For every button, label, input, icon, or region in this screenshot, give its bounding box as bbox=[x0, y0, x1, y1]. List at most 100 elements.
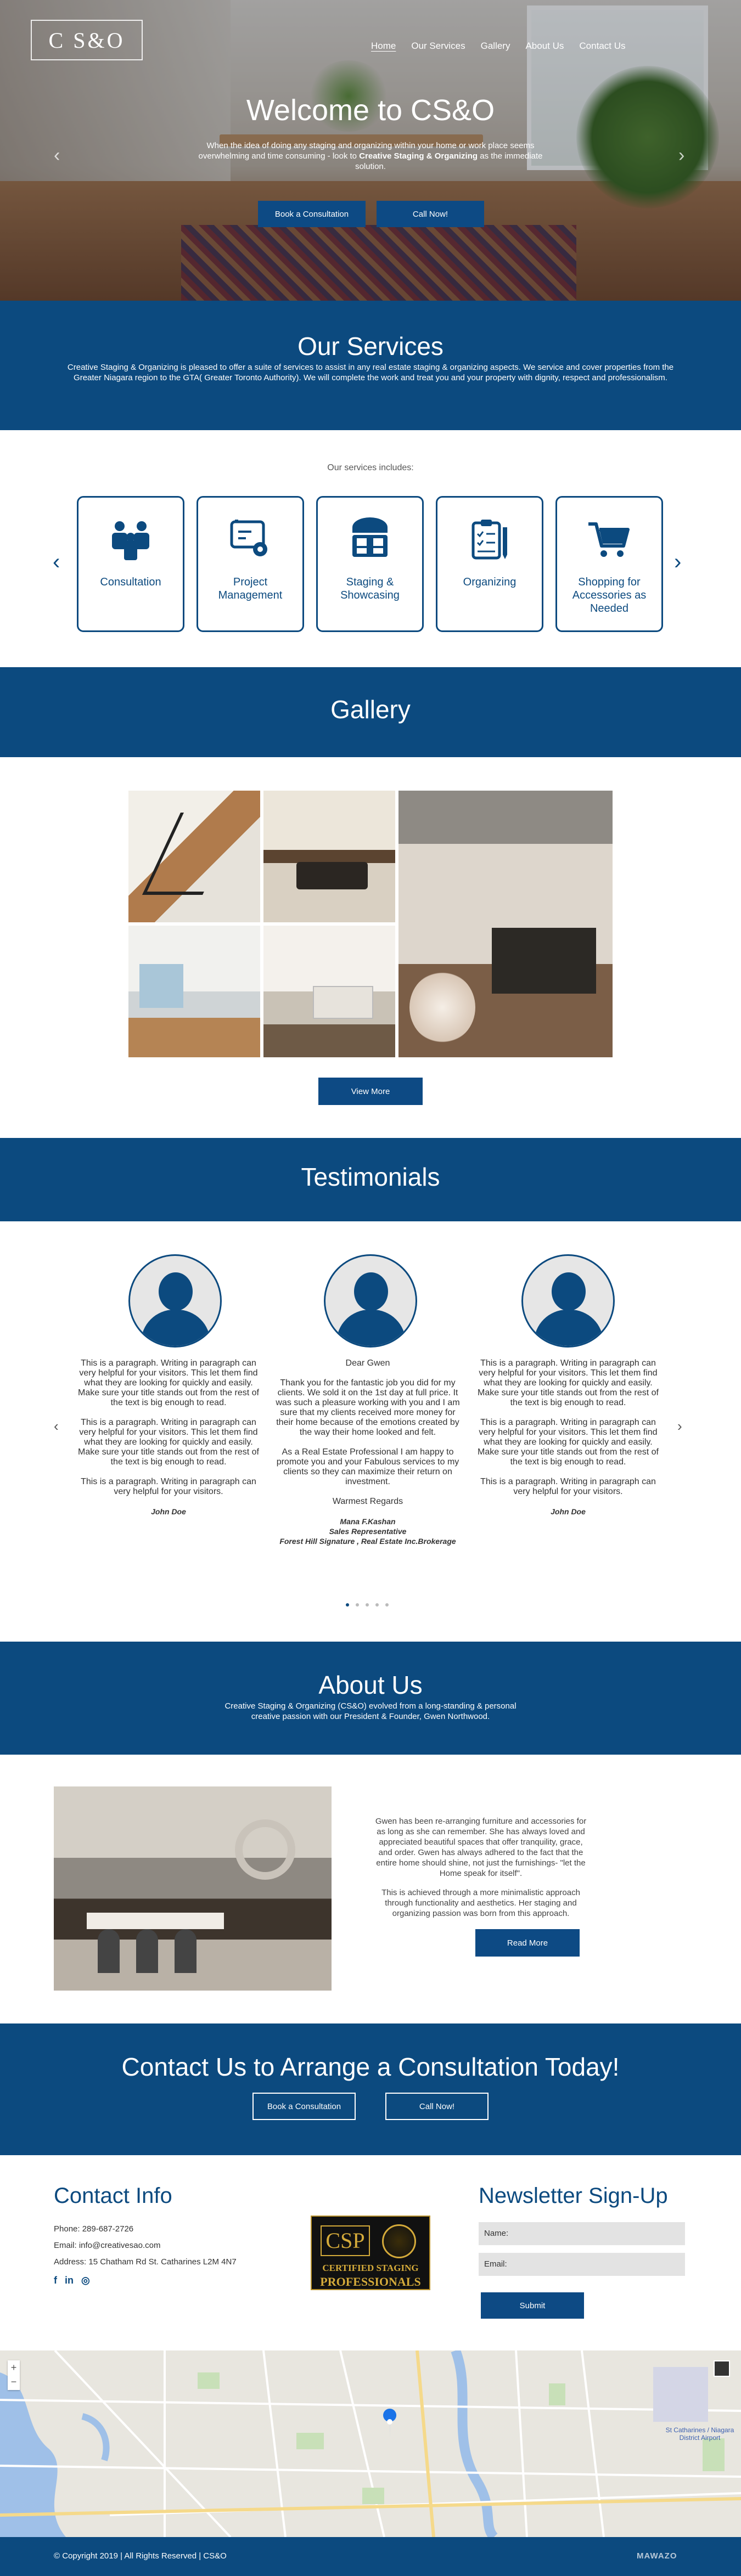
facebook-icon[interactable]: f bbox=[54, 2275, 57, 2286]
service-card-project-management[interactable]: Project Management bbox=[197, 496, 304, 632]
about-image-detail bbox=[175, 1929, 197, 1973]
contact-phone[interactable]: Phone: 289-687-2726 bbox=[54, 2224, 133, 2234]
linkedin-icon[interactable]: in bbox=[65, 2275, 74, 2286]
about-band: About Us Creative Staging & Organizing (… bbox=[0, 1642, 741, 1755]
gallery-image-detail bbox=[409, 972, 475, 1043]
social-links: f in ◎ bbox=[54, 2275, 90, 2286]
testimonial-paragraph: This is a paragraph. Writing in paragrap… bbox=[81, 1477, 256, 1496]
pagination-dot[interactable] bbox=[356, 1603, 359, 1607]
about-read-more-button[interactable]: Read More bbox=[475, 1929, 580, 1957]
consultation-icon bbox=[112, 521, 149, 560]
hero-section: C S&O Home Our Services Gallery About Us… bbox=[0, 0, 741, 301]
testimonial-paragraph: This is a paragraph. Writing in paragrap… bbox=[78, 1359, 259, 1407]
services-heading: Our Services bbox=[297, 332, 444, 360]
nav-item-home[interactable]: Home bbox=[371, 41, 396, 52]
service-card-label: Organizing bbox=[463, 576, 517, 588]
testimonial-paragraph: Dear Gwen bbox=[345, 1359, 390, 1368]
about-image-detail bbox=[87, 1913, 224, 1929]
services-intro-band: Our Services Creative Staging & Organizi… bbox=[0, 301, 741, 430]
service-card-organizing[interactable]: Organizing bbox=[436, 496, 543, 632]
project-management-icon bbox=[230, 520, 267, 556]
map-zoom-out-button[interactable]: − bbox=[8, 2375, 20, 2389]
testimonial-paragraph: Thank you for the fantastic job you did … bbox=[276, 1378, 460, 1437]
service-card-consultation[interactable]: Consultation bbox=[77, 496, 184, 632]
gallery-image-staircase[interactable] bbox=[128, 791, 260, 922]
contact-heading: Contact Info bbox=[54, 2184, 172, 2208]
nav-item-about[interactable]: About Us bbox=[525, 41, 564, 52]
nav-item-gallery[interactable]: Gallery bbox=[481, 41, 510, 52]
badge-line2: PROFESSIONALS bbox=[320, 2275, 421, 2288]
services-description: Creative Staging & Organizing is pleased… bbox=[67, 363, 674, 382]
contact-email[interactable]: Email: info@creativesao.com bbox=[54, 2241, 160, 2250]
site-logo[interactable]: C S&O bbox=[31, 20, 143, 60]
avatar-head-icon bbox=[552, 1272, 586, 1311]
avatar-head-icon bbox=[159, 1272, 193, 1311]
gallery-image-detail bbox=[139, 964, 183, 1008]
map-zoom-in-button[interactable]: + bbox=[8, 2360, 20, 2375]
footer-credit[interactable]: MAWAZO bbox=[637, 2551, 677, 2561]
gallery-image-detail bbox=[313, 986, 373, 1019]
service-card-label: Project Management bbox=[218, 576, 283, 601]
footer-copyright: © Copyright 2019 | All Rights Reserved |… bbox=[54, 2551, 227, 2561]
gallery-image-living-room[interactable] bbox=[263, 791, 395, 922]
gallery-image-detail bbox=[296, 862, 368, 889]
services-next-arrow-icon[interactable]: › bbox=[674, 550, 681, 574]
avatar bbox=[128, 1254, 222, 1348]
testimonials-heading: Testimonials bbox=[301, 1163, 440, 1191]
location-map[interactable]: + − St Catharines / Niagara District Air… bbox=[0, 2350, 741, 2537]
hero-prev-arrow-icon[interactable]: ‹ bbox=[54, 145, 60, 166]
map-canvas bbox=[0, 2350, 741, 2537]
avatar-body-icon bbox=[534, 1310, 603, 1346]
pagination-dot[interactable] bbox=[375, 1603, 379, 1607]
cta-band: Contact Us to Arrange a Consultation Tod… bbox=[0, 2023, 741, 2155]
nav-item-services[interactable]: Our Services bbox=[411, 41, 465, 52]
service-card-label: Shopping for Accessories as Needed bbox=[572, 576, 647, 615]
hero-book-consultation-button[interactable]: Book a Consultation bbox=[258, 201, 366, 227]
cta-heading: Contact Us to Arrange a Consultation Tod… bbox=[121, 2053, 620, 2081]
gallery-view-more-button[interactable]: View More bbox=[318, 1078, 423, 1105]
gallery-image-lounge[interactable] bbox=[398, 791, 613, 1057]
about-heading: About Us bbox=[318, 1671, 423, 1699]
pagination-dot[interactable] bbox=[385, 1603, 389, 1607]
testimonials-next-arrow-icon[interactable]: › bbox=[677, 1418, 682, 1435]
testimonial-paragraph: This is a paragraph. Writing in paragrap… bbox=[478, 1418, 659, 1467]
service-card-shopping[interactable]: Shopping for Accessories as Needed bbox=[555, 496, 663, 632]
badge-seal-icon bbox=[382, 2224, 416, 2258]
gallery-image-sitting-room[interactable] bbox=[263, 926, 395, 1057]
services-prev-arrow-icon[interactable]: ‹ bbox=[53, 550, 60, 574]
cta-call-now-button[interactable]: Call Now! bbox=[385, 2093, 489, 2120]
pagination-dot[interactable] bbox=[346, 1603, 349, 1607]
about-body: Gwen has been re-arranging furniture and… bbox=[373, 1816, 588, 1927]
service-card-staging[interactable]: Staging & Showcasing bbox=[316, 496, 424, 632]
avatar bbox=[324, 1254, 417, 1348]
gallery-image-kitchen[interactable] bbox=[128, 926, 260, 1057]
service-card-label: Staging & Showcasing bbox=[340, 576, 400, 601]
main-nav: Home Our Services Gallery About Us Conta… bbox=[371, 41, 626, 52]
hero-subtitle: When the idea of doing any staging and o… bbox=[198, 140, 543, 172]
pagination-dot[interactable] bbox=[366, 1603, 369, 1607]
hero-call-now-button[interactable]: Call Now! bbox=[377, 201, 484, 227]
nav-item-contact[interactable]: Contact Us bbox=[579, 41, 625, 52]
testimonials-band: Testimonials bbox=[0, 1138, 741, 1221]
clipboard-icon bbox=[471, 520, 507, 560]
cta-book-consultation-button[interactable]: Book a Consultation bbox=[252, 2093, 356, 2120]
map-fullscreen-icon[interactable] bbox=[714, 2360, 730, 2377]
hero-next-arrow-icon[interactable]: › bbox=[678, 145, 684, 166]
testimonial-paragraph: This is a paragraph. Writing in paragrap… bbox=[78, 1418, 259, 1467]
testimonial-paragraph: Warmest Regards bbox=[332, 1497, 403, 1506]
badge-line1: CERTIFIED STAGING bbox=[322, 2263, 419, 2273]
hero-title: Welcome to CS&O bbox=[246, 94, 495, 127]
about-subtitle: Creative Staging & Organizing (CS&O) evo… bbox=[224, 1701, 517, 1721]
gallery-heading: Gallery bbox=[330, 695, 411, 724]
newsletter-submit-button[interactable]: Submit bbox=[481, 2292, 584, 2319]
about-image-detail bbox=[136, 1929, 158, 1973]
newsletter-email-field[interactable]: Email: bbox=[479, 2253, 685, 2276]
testimonial-signature: Mana F.Kashan bbox=[340, 1517, 396, 1526]
staging-icon bbox=[352, 517, 388, 557]
testimonial-signature: John Doe bbox=[551, 1507, 586, 1516]
newsletter-name-field[interactable]: Name: bbox=[479, 2222, 685, 2245]
instagram-icon[interactable]: ◎ bbox=[81, 2275, 90, 2286]
testimonial-paragraph: This is a paragraph. Writing in paragrap… bbox=[480, 1477, 656, 1496]
testimonial-signature-title: Sales Representative bbox=[329, 1527, 407, 1536]
testimonials-prev-arrow-icon[interactable]: ‹ bbox=[54, 1418, 59, 1435]
